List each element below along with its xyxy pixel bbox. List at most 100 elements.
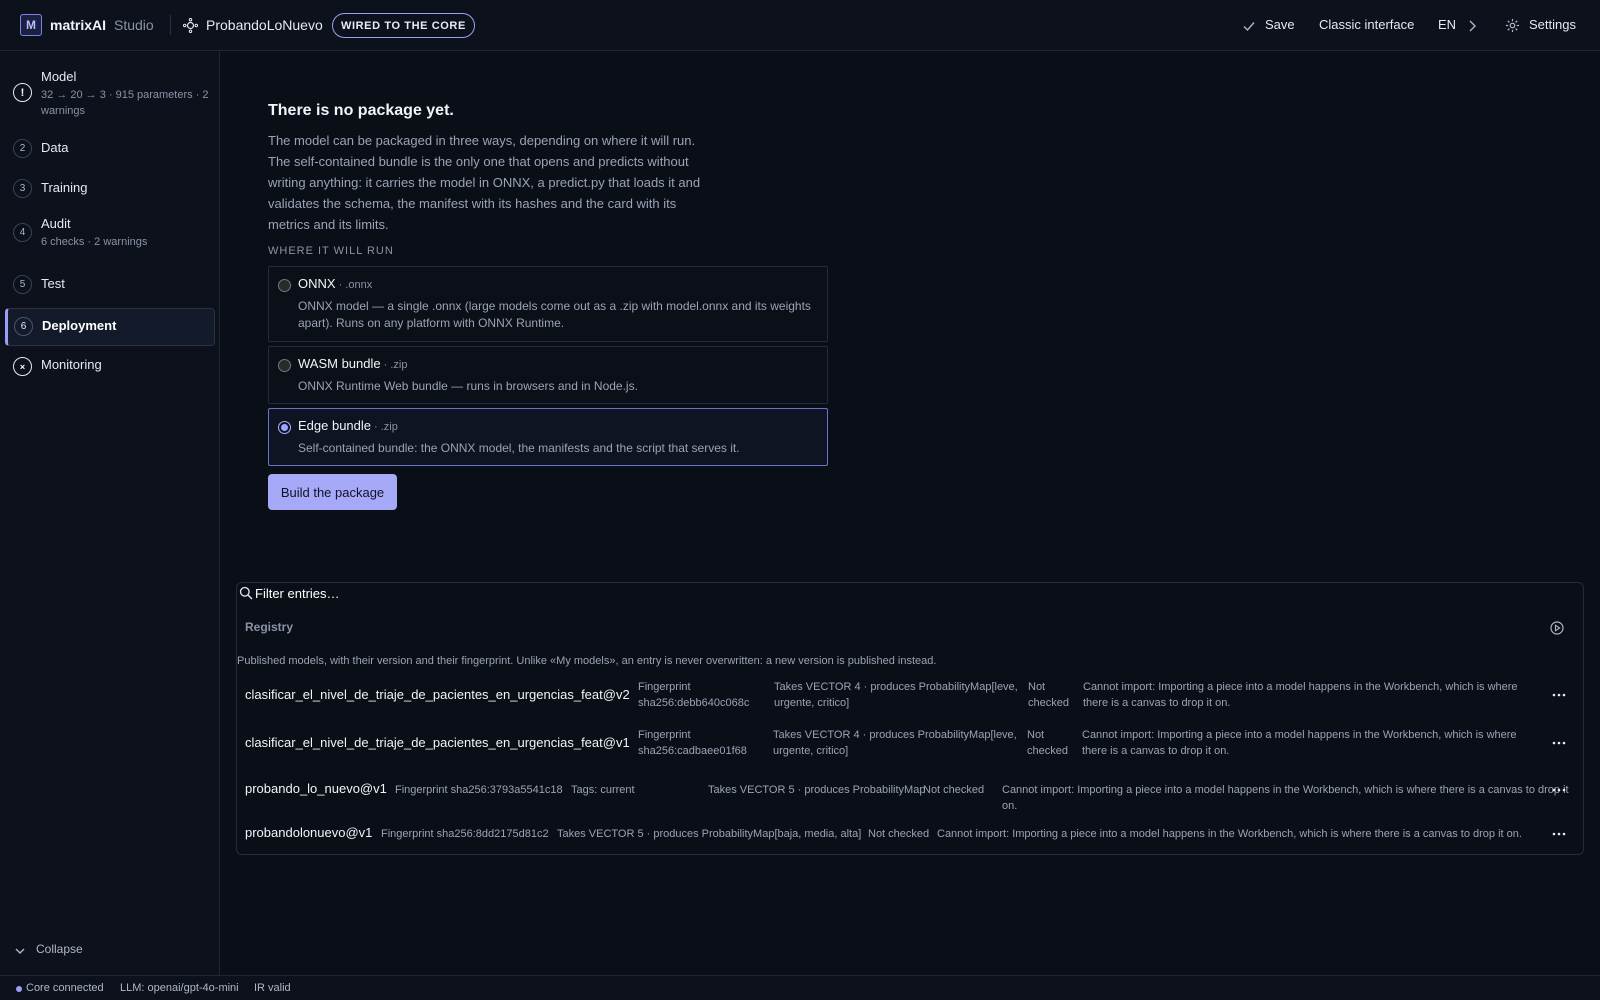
entry-name[interactable]: probandolonuevo@v1: [245, 825, 372, 841]
ir-validity-status: IR valid: [254, 982, 291, 994]
entry-fingerprint: Fingerprint sha256:debb640c068c: [638, 681, 750, 709]
option-description: ONNX model — a single .onnx (large model…: [298, 299, 811, 330]
registry-description: Published models, with their version and…: [237, 655, 937, 667]
check-icon: [1243, 22, 1255, 32]
entry-io: Takes VECTOR 5 · produces ProbabilityMap: [708, 784, 926, 796]
top-bar: M matrixAI Studio ProbandoLoNuevo WIRED …: [0, 0, 1600, 51]
option-extension: · .zip: [383, 359, 408, 371]
status-indicator-icon: [16, 986, 22, 992]
option-name: WASM bundle · .zip: [298, 356, 407, 371]
more-options-icon[interactable]: [1552, 741, 1566, 745]
package-description: The model can be packaged in three ways,…: [268, 133, 701, 232]
more-options-icon[interactable]: [1552, 788, 1566, 792]
more-options-icon[interactable]: [1552, 832, 1566, 836]
gear-icon: [1505, 18, 1520, 33]
package-title: There is no package yet.: [268, 102, 454, 119]
table-row[interactable]: probandolonuevo@v1 Fingerprint sha256:8d…: [237, 815, 1583, 855]
sidebar-item-label: Monitoring: [41, 357, 102, 372]
save-button[interactable]: Save: [1265, 17, 1295, 32]
play-circle-icon[interactable]: [1550, 621, 1564, 635]
classic-interface-button[interactable]: Classic interface: [1319, 17, 1414, 32]
sidebar: ! Model 32 → 20 → 3 · 915 parameters · 2…: [0, 51, 220, 975]
more-options-icon[interactable]: [1552, 693, 1566, 697]
chevron-right-icon[interactable]: [1466, 19, 1478, 33]
entry-name[interactable]: probando_lo_nuevo@v1: [245, 781, 387, 797]
table-row[interactable]: probando_lo_nuevo@v1 Fingerprint sha256:…: [237, 771, 1583, 812]
registry-panel: Registry Published models, with their ve…: [236, 582, 1584, 855]
step-badge: 4: [13, 223, 32, 242]
entry-import-status: Cannot import: Importing a piece into a …: [937, 828, 1522, 840]
collapse-button[interactable]: Collapse: [36, 942, 83, 956]
status-bar: Core connected LLM: openai/gpt-4o-mini I…: [0, 975, 1600, 1000]
registry-title: Registry: [245, 620, 294, 634]
sidebar-item-label: Deployment: [42, 318, 117, 333]
core-status-pill: WIRED TO THE CORE: [332, 13, 475, 38]
entry-name[interactable]: clasificar_el_nivel_de_triaje_de_pacient…: [245, 735, 630, 751]
sidebar-item-label: Data: [41, 140, 69, 155]
core-connection-status: Core connected: [26, 982, 104, 994]
entry-io: Takes VECTOR 4 · produces ProbabilityMap…: [773, 729, 1017, 757]
step-badge: 2: [13, 139, 32, 158]
project-name[interactable]: ProbandoLoNuevo: [206, 17, 323, 33]
sidebar-item-label: Audit: [41, 216, 71, 231]
build-package-button[interactable]: Build the package: [268, 474, 397, 510]
warning-badge: !: [13, 83, 32, 102]
error-badge: ×: [13, 357, 32, 376]
entry-fingerprint: Fingerprint sha256:cadbaee01f68: [638, 729, 747, 757]
option-name: Edge bundle · .zip: [298, 418, 398, 433]
sidebar-item-monitoring[interactable]: × Monitoring: [5, 349, 215, 379]
entry-name[interactable]: clasificar_el_nivel_de_triaje_de_pacient…: [245, 687, 630, 703]
table-row[interactable]: clasificar_el_nivel_de_triaje_de_pacient…: [237, 677, 1583, 717]
entry-fingerprint: Fingerprint sha256:3793a5541c18: [395, 784, 563, 796]
sidebar-item-subtitle: 32 → 20 → 3 · 915 parameters · 2 warning…: [41, 89, 209, 117]
sidebar-item-training[interactable]: 3 Training: [5, 173, 215, 203]
option-name: ONNX · .onnx: [298, 276, 372, 291]
logo-icon: M: [20, 14, 42, 36]
project-graph-icon: [183, 18, 198, 33]
where-it-will-run-label: WHERE IT WILL RUN: [268, 245, 394, 257]
entry-check-status: Not checked: [868, 828, 930, 840]
sidebar-item-model[interactable]: ! Model 32 → 20 → 3 · 915 parameters · 2…: [5, 61, 215, 121]
filter-entries-input[interactable]: [255, 584, 655, 602]
option-title: ONNX: [298, 276, 336, 291]
option-wasm-bundle[interactable]: WASM bundle · .zip ONNX Runtime Web bundl…: [268, 346, 828, 404]
option-title: Edge bundle: [298, 418, 372, 433]
sidebar-item-subtitle: 6 checks · 2 warnings: [41, 236, 148, 248]
entry-tags: Tags: current: [571, 784, 635, 796]
entry-check-status: Not checked: [923, 784, 985, 796]
sidebar-item-deployment[interactable]: 6 Deployment: [5, 308, 215, 346]
radio-onnx[interactable]: [278, 279, 291, 292]
llm-model-status: LLM: openai/gpt-4o-mini: [120, 982, 239, 994]
brand-name: matrixAI: [50, 17, 107, 33]
sidebar-item-label: Training: [41, 180, 88, 195]
option-title: WASM bundle: [298, 356, 381, 371]
entry-fingerprint: Fingerprint sha256:8dd2175d81c2: [381, 828, 549, 840]
sidebar-item-audit[interactable]: 4 Audit 6 checks · 2 warnings: [5, 211, 215, 257]
sidebar-item-data[interactable]: 2 Data: [5, 133, 215, 163]
option-description: Self-contained bundle: the ONNX model, t…: [298, 441, 740, 455]
search-icon: [239, 586, 253, 600]
step-badge: 5: [13, 275, 32, 294]
option-extension: · .zip: [374, 421, 398, 433]
table-row[interactable]: clasificar_el_nivel_de_triaje_de_pacient…: [237, 725, 1583, 765]
sidebar-item-label: Model: [41, 69, 77, 84]
entry-io: Takes VECTOR 4 · produces ProbabilityMap…: [774, 681, 1018, 709]
option-onnx[interactable]: ONNX · .onnx ONNX model — a single .onnx …: [268, 266, 828, 342]
option-edge-bundle[interactable]: Edge bundle · .zip Self-contained bundle:…: [268, 408, 828, 466]
option-extension: · .onnx: [338, 279, 373, 291]
radio-edge-bundle[interactable]: [278, 421, 291, 434]
entry-import-status: Cannot import: Importing a piece into a …: [1002, 784, 1569, 812]
entry-check-status: Not checked: [1028, 681, 1069, 709]
language-selector[interactable]: EN: [1438, 17, 1456, 32]
entry-import-status: Cannot import: Importing a piece into a …: [1082, 729, 1517, 757]
sidebar-item-test[interactable]: 5 Test: [5, 269, 215, 299]
entry-import-status: Cannot import: Importing a piece into a …: [1083, 681, 1518, 709]
step-badge: 3: [13, 179, 32, 198]
chevron-down-icon[interactable]: [14, 945, 26, 957]
option-description: ONNX Runtime Web bundle — runs in browse…: [298, 379, 638, 393]
step-badge: 6: [14, 317, 33, 336]
settings-button[interactable]: Settings: [1529, 17, 1576, 32]
entry-io: Takes VECTOR 5 · produces ProbabilityMap…: [557, 828, 862, 840]
brand-subtitle: Studio: [114, 17, 154, 33]
radio-wasm-bundle[interactable]: [278, 359, 291, 372]
